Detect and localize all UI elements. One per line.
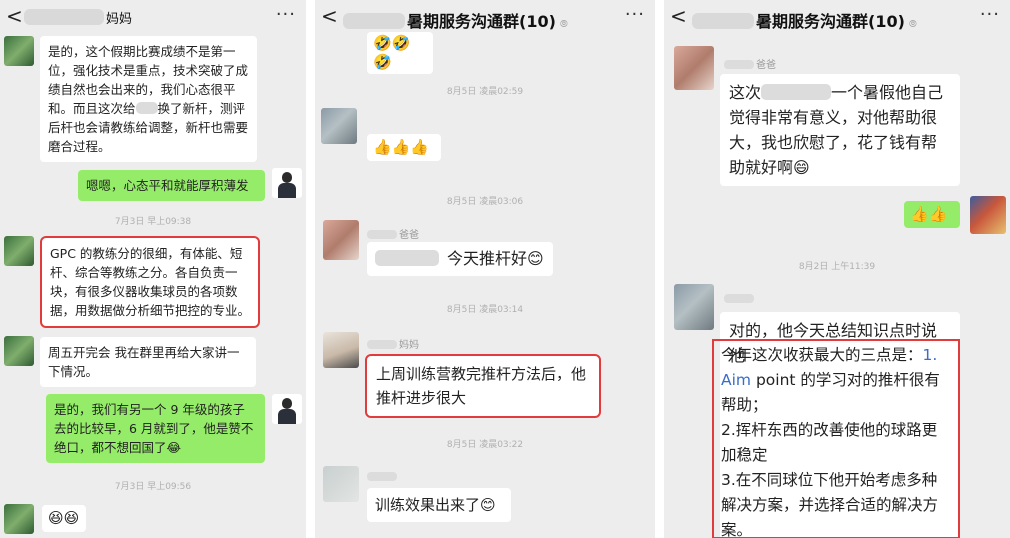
sender-name: 爸爸 xyxy=(367,226,419,241)
sender-name: 爸爸 xyxy=(724,56,776,71)
more-icon[interactable]: ··· xyxy=(276,4,296,25)
top-bar: < 妈妈 ··· xyxy=(0,0,306,34)
chat-screen-3: < 暑期服务沟通群(10) ⦾ ··· 爸爸 这次 一个暑假他自己觉得非常有意义，对… xyxy=(664,0,1010,538)
chat-screen-1: < 妈妈 ··· 是的，这个假期比赛成绩不是第一位，强化技术是重点，技术突破了成… xyxy=(0,0,306,538)
redacted-name xyxy=(343,13,405,29)
highlight-box: 今年这次收获最大的三点是：1. Aim point 的学习对的推杆很有帮助； 2… xyxy=(712,339,960,538)
message-bubble: 训练效果出来了😊 xyxy=(367,488,511,522)
chat-screen-2: < 暑期服务沟通群(10) ⦾ ··· 🤣🤣🤣 8月5日 凌晨02:59 👍👍👍 … xyxy=(315,0,655,538)
message-text: 2.挥杆东西的改善使他的球路更加稳定 xyxy=(721,421,938,464)
message-text: 今天推杆好😊 xyxy=(447,249,544,268)
chat-title: 妈妈 xyxy=(24,8,132,27)
timestamp: 8月5日 凌晨03:22 xyxy=(446,440,524,450)
emoji-message: 🤣🤣🤣 xyxy=(373,34,411,71)
more-icon[interactable]: ··· xyxy=(980,4,1000,25)
chat-title: 暑期服务沟通群(10) ⦾ xyxy=(343,8,568,32)
timestamp: 7月3日 早上09:38 xyxy=(114,217,192,227)
message-bubble-highlighted: GPC 的教练分的很细，有体能、短杆、综合等教练之分。各自负责一块，有很多仪器收… xyxy=(40,236,260,328)
timestamp: 8月5日 凌晨03:14 xyxy=(446,305,524,315)
redacted-name xyxy=(761,84,832,100)
timestamp: 7月3日 早上09:56 xyxy=(114,482,192,492)
message-bubble: 是的，我们有另一个 9 年级的孩子去的比较早，6 月就到了，他是赞不绝口，都不想… xyxy=(46,394,265,463)
avatar[interactable] xyxy=(674,46,714,90)
message-text: 周五开完会 我在群里再给大家讲一下情况。 xyxy=(48,345,240,379)
message-text: 3.在不同球位下他开始考虑多种解决方案，并选择合适的解决方案。 xyxy=(721,471,939,538)
timestamp: 8月2日 上午11:39 xyxy=(798,262,876,272)
avatar[interactable] xyxy=(4,36,34,66)
avatar[interactable] xyxy=(4,236,34,266)
chat-title: 暑期服务沟通群(10) ⦾ xyxy=(692,8,917,32)
message-bubble: 嗯嗯，心态平和就能厚积薄发 xyxy=(78,170,265,201)
avatar[interactable] xyxy=(4,336,34,366)
message-text: 今年这次收获最大的三点是： xyxy=(721,346,923,364)
redacted-name xyxy=(135,102,158,114)
avatar[interactable] xyxy=(272,168,302,198)
avatar[interactable] xyxy=(323,466,359,502)
message-text: 训练效果出来了😊 xyxy=(375,496,496,514)
sender-name: 妈妈 xyxy=(367,336,419,351)
avatar[interactable] xyxy=(323,332,359,368)
message-bubble: 周五开完会 我在群里再给大家讲一下情况。 xyxy=(40,337,256,387)
screenshot-collage: < 妈妈 ··· 是的，这个假期比赛成绩不是第一位，强化技术是重点，技术突破了成… xyxy=(0,0,1010,538)
message-bubble: 🤣🤣🤣 xyxy=(367,32,433,74)
redacted-name xyxy=(692,13,754,29)
chat-title-text: 妈妈 xyxy=(106,12,133,27)
mute-icon: ⦾ xyxy=(559,19,568,30)
chat-title-text: 暑期服务沟通群(10) xyxy=(756,12,905,31)
mute-icon: ⦾ xyxy=(908,19,917,30)
message-bubble: 今天推杆好😊 xyxy=(367,242,553,276)
back-button[interactable]: < xyxy=(6,6,23,26)
avatar[interactable] xyxy=(4,504,34,534)
avatar[interactable] xyxy=(323,220,359,260)
message-bubble: 这次 一个暑假他自己觉得非常有意义，对他帮助很大，我也欣慰了，花了钱有帮助就好啊😄 xyxy=(720,74,960,186)
message-text: 上周训练营教完推杆方法后，他推杆进步很大 xyxy=(376,365,587,407)
message-bubble: 😆😆 xyxy=(42,505,86,532)
avatar[interactable] xyxy=(272,394,302,424)
message-text: 嗯嗯，心态平和就能厚积薄发 xyxy=(86,178,249,193)
redacted-name xyxy=(24,9,104,25)
timestamp: 8月5日 凌晨03:06 xyxy=(446,197,524,207)
sender-name xyxy=(367,472,399,483)
back-button[interactable]: < xyxy=(670,6,687,26)
message-text: point 的学习对的推杆很有帮助； xyxy=(721,371,940,414)
top-bar: < 暑期服务沟通群(10) ⦾ ··· xyxy=(315,0,655,34)
chat-title-text: 暑期服务沟通群(10) xyxy=(407,12,556,31)
message-text: GPC 的教练分的很细，有体能、短杆、综合等教练之分。各自负责一块，有很多仪器收… xyxy=(50,246,251,318)
timestamp: 8月5日 凌晨02:59 xyxy=(446,87,524,97)
message-bubble-highlighted: 上周训练营教完推杆方法后，他推杆进步很大 xyxy=(365,354,601,418)
emoji-message: 😆😆 xyxy=(48,509,80,527)
back-button[interactable]: < xyxy=(321,6,338,26)
message-text: 1. xyxy=(922,346,938,364)
message-bubble: 👍👍👍 xyxy=(367,134,441,161)
top-bar: < 暑期服务沟通群(10) ⦾ ··· xyxy=(664,0,1010,34)
message-text: 是的，我们有另一个 9 年级的孩子去的比较早，6 月就到了，他是赞不绝口，都不想… xyxy=(54,402,254,455)
message-text: Aim xyxy=(721,371,752,389)
avatar[interactable] xyxy=(970,196,1006,234)
message-text: 这次 xyxy=(729,83,762,102)
emoji-message: 👍👍👍 xyxy=(373,138,430,156)
sender-name xyxy=(724,294,756,305)
message-bubble: 👍👍 xyxy=(904,201,960,228)
redacted-name xyxy=(375,250,439,266)
avatar[interactable] xyxy=(674,284,714,330)
avatar[interactable] xyxy=(321,108,357,144)
emoji-message: 👍👍 xyxy=(910,205,948,223)
more-icon[interactable]: ··· xyxy=(625,4,645,25)
message-bubble: 是的，这个假期比赛成绩不是第一位，强化技术是重点，技术突破了成绩自然也会出来的，… xyxy=(40,36,257,162)
